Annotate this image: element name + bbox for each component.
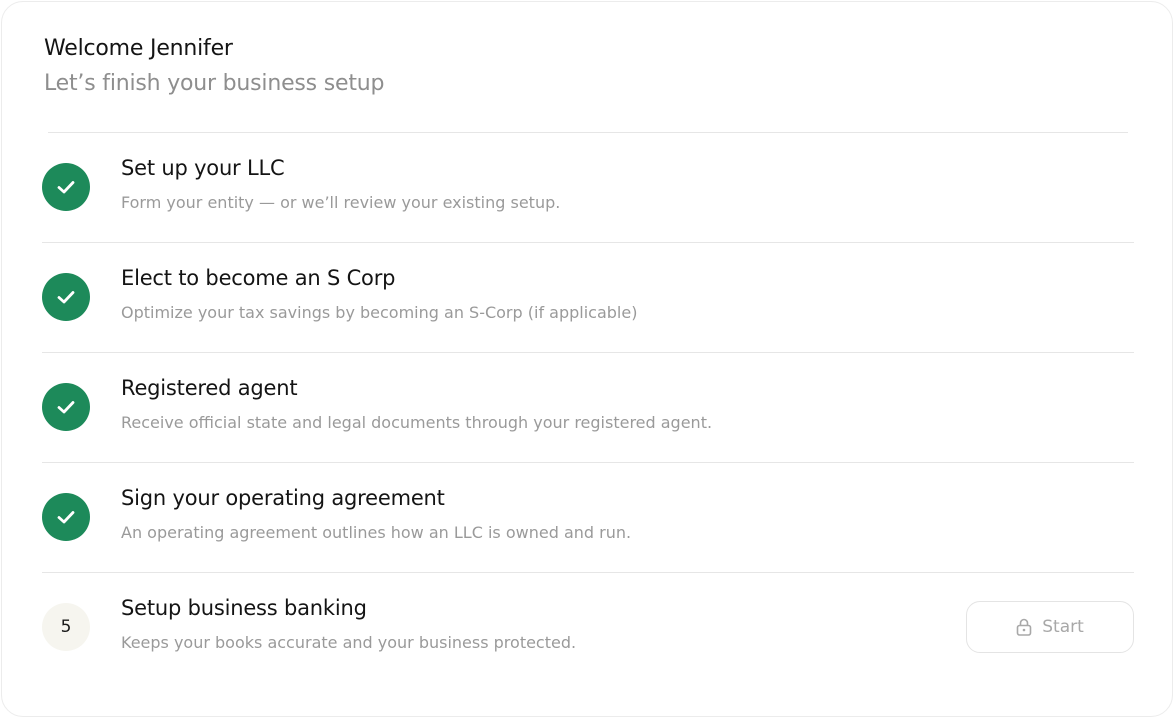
step-registered-agent[interactable]: Registered agent Receive official state … (42, 353, 1134, 463)
setup-steps-list: Set up your LLC Form your entity — or we… (42, 133, 1134, 682)
check-circle-icon (42, 273, 90, 321)
page-title: Welcome Jennifer (44, 36, 233, 61)
page-subtitle: Let’s finish your business setup (44, 71, 385, 96)
check-circle-icon (42, 163, 90, 211)
lock-icon (1016, 618, 1032, 636)
step-elect-s-corp[interactable]: Elect to become an S Corp Optimize your … (42, 243, 1134, 353)
step-title: Set up your LLC (121, 156, 285, 180)
step-title: Setup business banking (121, 596, 367, 620)
check-circle-icon (42, 493, 90, 541)
check-circle-icon (42, 383, 90, 431)
step-operating-agreement[interactable]: Sign your operating agreement An operati… (42, 463, 1134, 573)
step-description: Optimize your tax savings by becoming an… (121, 303, 638, 322)
step-business-banking: 5 Setup business banking Keeps your book… (42, 573, 1134, 682)
step-title: Elect to become an S Corp (121, 266, 396, 290)
step-set-up-llc[interactable]: Set up your LLC Form your entity — or we… (42, 133, 1134, 243)
step-description: An operating agreement outlines how an L… (121, 523, 632, 542)
step-title: Sign your operating agreement (121, 486, 445, 510)
step-description: Receive official state and legal documen… (121, 413, 713, 432)
start-button[interactable]: Start (966, 601, 1134, 653)
step-number-badge: 5 (42, 603, 90, 651)
step-description: Form your entity — or we’ll review your … (121, 193, 561, 212)
step-description: Keeps your books accurate and your busin… (121, 633, 577, 652)
step-title: Registered agent (121, 376, 298, 400)
start-button-label: Start (1042, 617, 1084, 637)
